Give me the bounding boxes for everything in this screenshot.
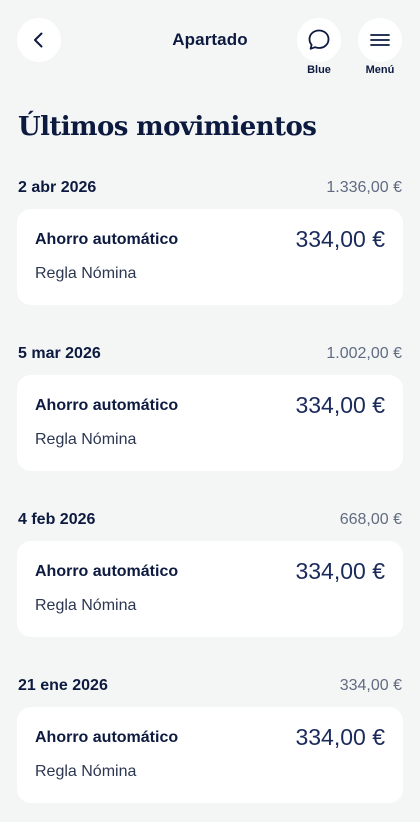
movement-group: 4 feb 2026 668,00 € Ahorro automático 33… — [0, 506, 420, 672]
movement-title: Ahorro automático — [35, 397, 179, 414]
movement-amount: 334,00 € — [295, 392, 385, 418]
hamburger-menu-icon — [369, 32, 391, 48]
movement-amount: 334,00 € — [295, 226, 385, 252]
group-header: 4 feb 2026 668,00 € — [0, 506, 420, 534]
movement-card[interactable]: Ahorro automático 334,00 € Regla Nómina — [17, 375, 403, 471]
movement-group: 21 ene 2026 334,00 € Ahorro automático 3… — [0, 672, 420, 822]
movement-group: 2 abr 2026 1.336,00 € Ahorro automático … — [0, 174, 420, 340]
movement-amount: 334,00 € — [295, 558, 385, 584]
movement-title: Ahorro automático — [35, 729, 179, 746]
movements-list: 2 abr 2026 1.336,00 € Ahorro automático … — [0, 174, 420, 822]
movement-card[interactable]: Ahorro automático 334,00 € Regla Nómina — [17, 541, 403, 637]
group-header: 5 mar 2026 1.002,00 € — [0, 340, 420, 368]
movement-title: Ahorro automático — [35, 563, 179, 580]
movement-subtitle: Regla Nómina — [35, 265, 137, 282]
movement-card[interactable]: Ahorro automático 334,00 € Regla Nómina — [17, 707, 403, 803]
movement-group: 5 mar 2026 1.002,00 € Ahorro automático … — [0, 340, 420, 506]
menu-button-label: Menú — [365, 64, 395, 76]
chat-bubble-icon — [306, 27, 332, 53]
group-date: 21 ene 2026 — [18, 677, 108, 694]
group-date: 2 abr 2026 — [18, 179, 97, 196]
group-balance: 1.002,00 € — [326, 345, 402, 362]
movement-amount: 334,00 € — [295, 724, 385, 750]
movement-title: Ahorro automático — [35, 231, 179, 248]
page-title: Últimos movimientos — [18, 112, 317, 142]
menu-button[interactable] — [358, 18, 402, 62]
blue-assistant-button[interactable] — [297, 18, 341, 62]
group-balance: 1.336,00 € — [326, 179, 402, 196]
group-balance: 668,00 € — [339, 511, 402, 528]
group-header: 21 ene 2026 334,00 € — [0, 672, 420, 700]
movement-subtitle: Regla Nómina — [35, 597, 137, 614]
header-title: Apartado — [172, 30, 248, 49]
movement-subtitle: Regla Nómina — [35, 763, 137, 780]
movement-subtitle: Regla Nómina — [35, 431, 137, 448]
group-date: 5 mar 2026 — [18, 345, 101, 362]
group-balance: 334,00 € — [339, 677, 402, 694]
blue-button-label: Blue — [307, 64, 331, 76]
movement-card[interactable]: Ahorro automático 334,00 € Regla Nómina — [17, 209, 403, 305]
top-bar: Apartado Blue Menú — [0, 0, 420, 90]
group-date: 4 feb 2026 — [18, 511, 96, 528]
group-header: 2 abr 2026 1.336,00 € — [0, 174, 420, 202]
